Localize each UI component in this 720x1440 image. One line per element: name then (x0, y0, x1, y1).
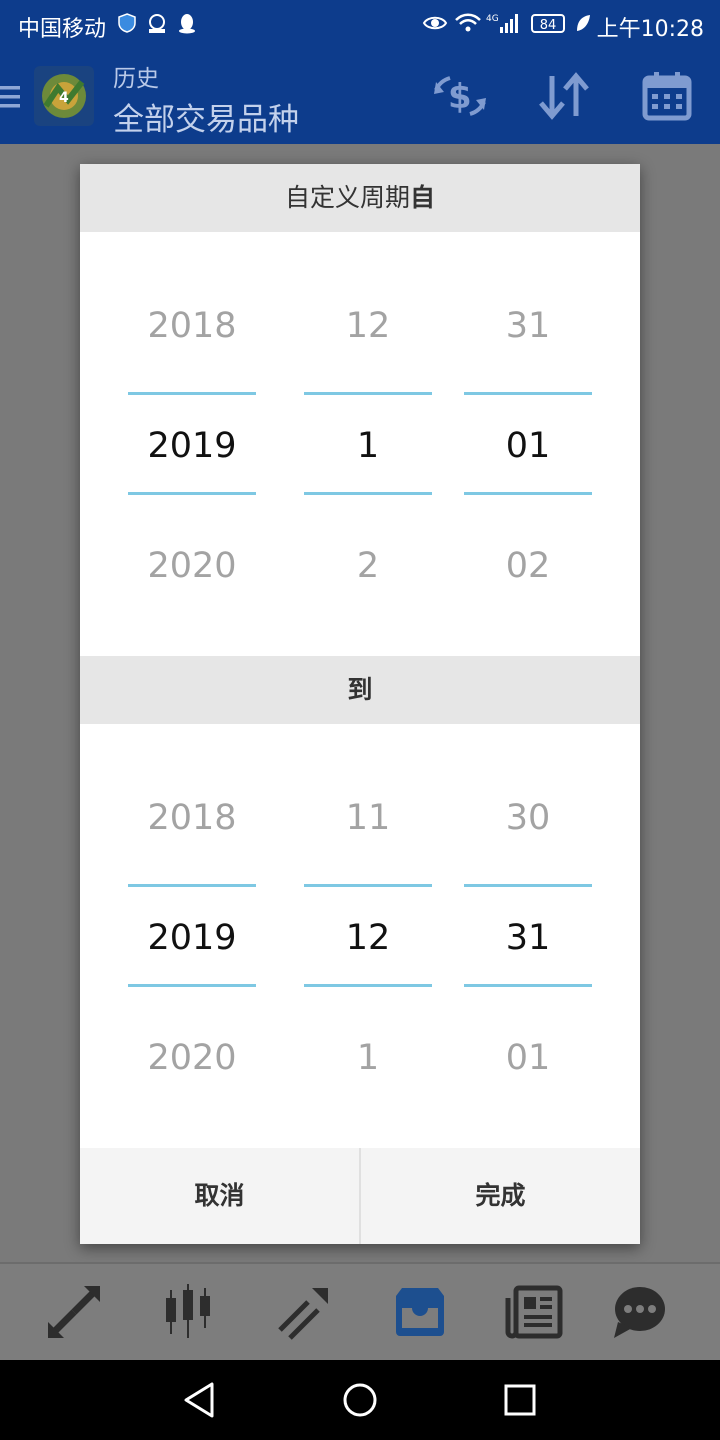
from-header-bold: 自 (410, 183, 436, 212)
battery-indicator: 84 (531, 14, 565, 33)
from-year-next[interactable]: 2020 (128, 544, 256, 588)
page-title: 历史 (113, 66, 159, 92)
to-header: 到 (80, 656, 640, 724)
qq-icon (179, 14, 195, 34)
from-month-divider-top (304, 392, 432, 395)
svg-text:4G: 4G (486, 14, 499, 24)
news-icon[interactable] (504, 1282, 564, 1342)
cancel-button[interactable]: 取消 (80, 1148, 359, 1244)
from-day-divider-bottom (464, 492, 592, 495)
from-day-wheel[interactable]: 31 01 02 (464, 260, 592, 620)
wifi-icon (455, 13, 481, 32)
to-year-wheel[interactable]: 2018 2019 2020 (128, 752, 256, 1112)
from-day-selected[interactable]: 01 (464, 424, 592, 468)
to-date-picker: 2018 2019 2020 11 12 1 30 31 01 (80, 752, 640, 1112)
svg-text:4: 4 (59, 90, 69, 106)
recents-icon[interactable] (500, 1380, 540, 1420)
currency-swap-icon[interactable]: $ (432, 70, 488, 122)
to-month-next[interactable]: 1 (304, 1036, 432, 1080)
chat-icon[interactable] (610, 1282, 670, 1342)
to-year-next[interactable]: 2020 (128, 1036, 256, 1080)
from-year-divider-top (128, 392, 256, 395)
from-day-divider-top (464, 392, 592, 395)
shield-icon (118, 13, 136, 33)
from-header-label: 自定义周期 (284, 183, 410, 212)
network-app-icon (149, 14, 165, 33)
quotes-icon[interactable] (44, 1282, 104, 1342)
from-day-next[interactable]: 02 (464, 544, 592, 588)
to-year-selected[interactable]: 2019 (128, 916, 256, 960)
to-day-divider-bottom (464, 984, 592, 987)
to-month-prev[interactable]: 11 (304, 796, 432, 840)
sort-icon[interactable] (536, 70, 592, 122)
clock: 上午10:28 (596, 17, 704, 42)
from-year-wheel[interactable]: 2018 2019 2020 (128, 260, 256, 620)
chart-icon[interactable] (158, 1282, 218, 1342)
to-month-wheel[interactable]: 11 12 1 (304, 752, 432, 1112)
from-year-selected[interactable]: 2019 (128, 424, 256, 468)
history-icon[interactable] (390, 1282, 450, 1342)
from-date-picker: 2018 2019 2020 12 1 2 31 01 02 (80, 260, 640, 620)
trade-icon[interactable] (274, 1282, 334, 1342)
from-month-wheel[interactable]: 12 1 2 (304, 260, 432, 620)
to-day-selected[interactable]: 31 (464, 916, 592, 960)
status-bar: 中国移动 4G 84 上午10:28 (0, 0, 720, 50)
to-day-wheel[interactable]: 30 31 01 (464, 752, 592, 1112)
bottom-tab-bar (0, 1262, 720, 1360)
eye-icon (422, 16, 448, 30)
back-icon[interactable] (180, 1380, 220, 1420)
to-month-divider-top (304, 884, 432, 887)
from-year-divider-bottom (128, 492, 256, 495)
app-logo-icon: 4 (34, 66, 94, 126)
from-month-divider-bottom (304, 492, 432, 495)
to-year-prev[interactable]: 2018 (128, 796, 256, 840)
svg-text:$: $ (448, 77, 472, 117)
signal-4g-icon: 4G (486, 14, 518, 33)
to-month-divider-bottom (304, 984, 432, 987)
system-nav-bar (0, 1360, 720, 1440)
done-button[interactable]: 完成 (361, 1148, 640, 1244)
leaf-icon (577, 15, 590, 31)
calendar-icon[interactable] (640, 70, 696, 122)
to-month-selected[interactable]: 12 (304, 916, 432, 960)
to-day-divider-top (464, 884, 592, 887)
from-day-prev[interactable]: 31 (464, 304, 592, 348)
page-subtitle[interactable]: 全部交易品种 (113, 94, 299, 139)
to-day-next[interactable]: 01 (464, 1036, 592, 1080)
custom-period-dialog: 自定义周期自 2018 2019 2020 12 1 2 31 01 02 到 (80, 164, 640, 1244)
app-bar: 4 历史 全部交易品种 $ (0, 50, 720, 144)
dialog-button-bar: 取消 完成 (80, 1148, 640, 1244)
home-icon[interactable] (340, 1380, 380, 1420)
from-header: 自定义周期自 (80, 164, 640, 232)
from-month-selected[interactable]: 1 (304, 424, 432, 468)
to-day-prev[interactable]: 30 (464, 796, 592, 840)
carrier-label: 中国移动 (18, 17, 107, 42)
from-month-next[interactable]: 2 (304, 544, 432, 588)
from-year-prev[interactable]: 2018 (128, 304, 256, 348)
menu-icon[interactable] (0, 84, 22, 110)
to-year-divider-bottom (128, 984, 256, 987)
to-year-divider-top (128, 884, 256, 887)
from-month-prev[interactable]: 12 (304, 304, 432, 348)
